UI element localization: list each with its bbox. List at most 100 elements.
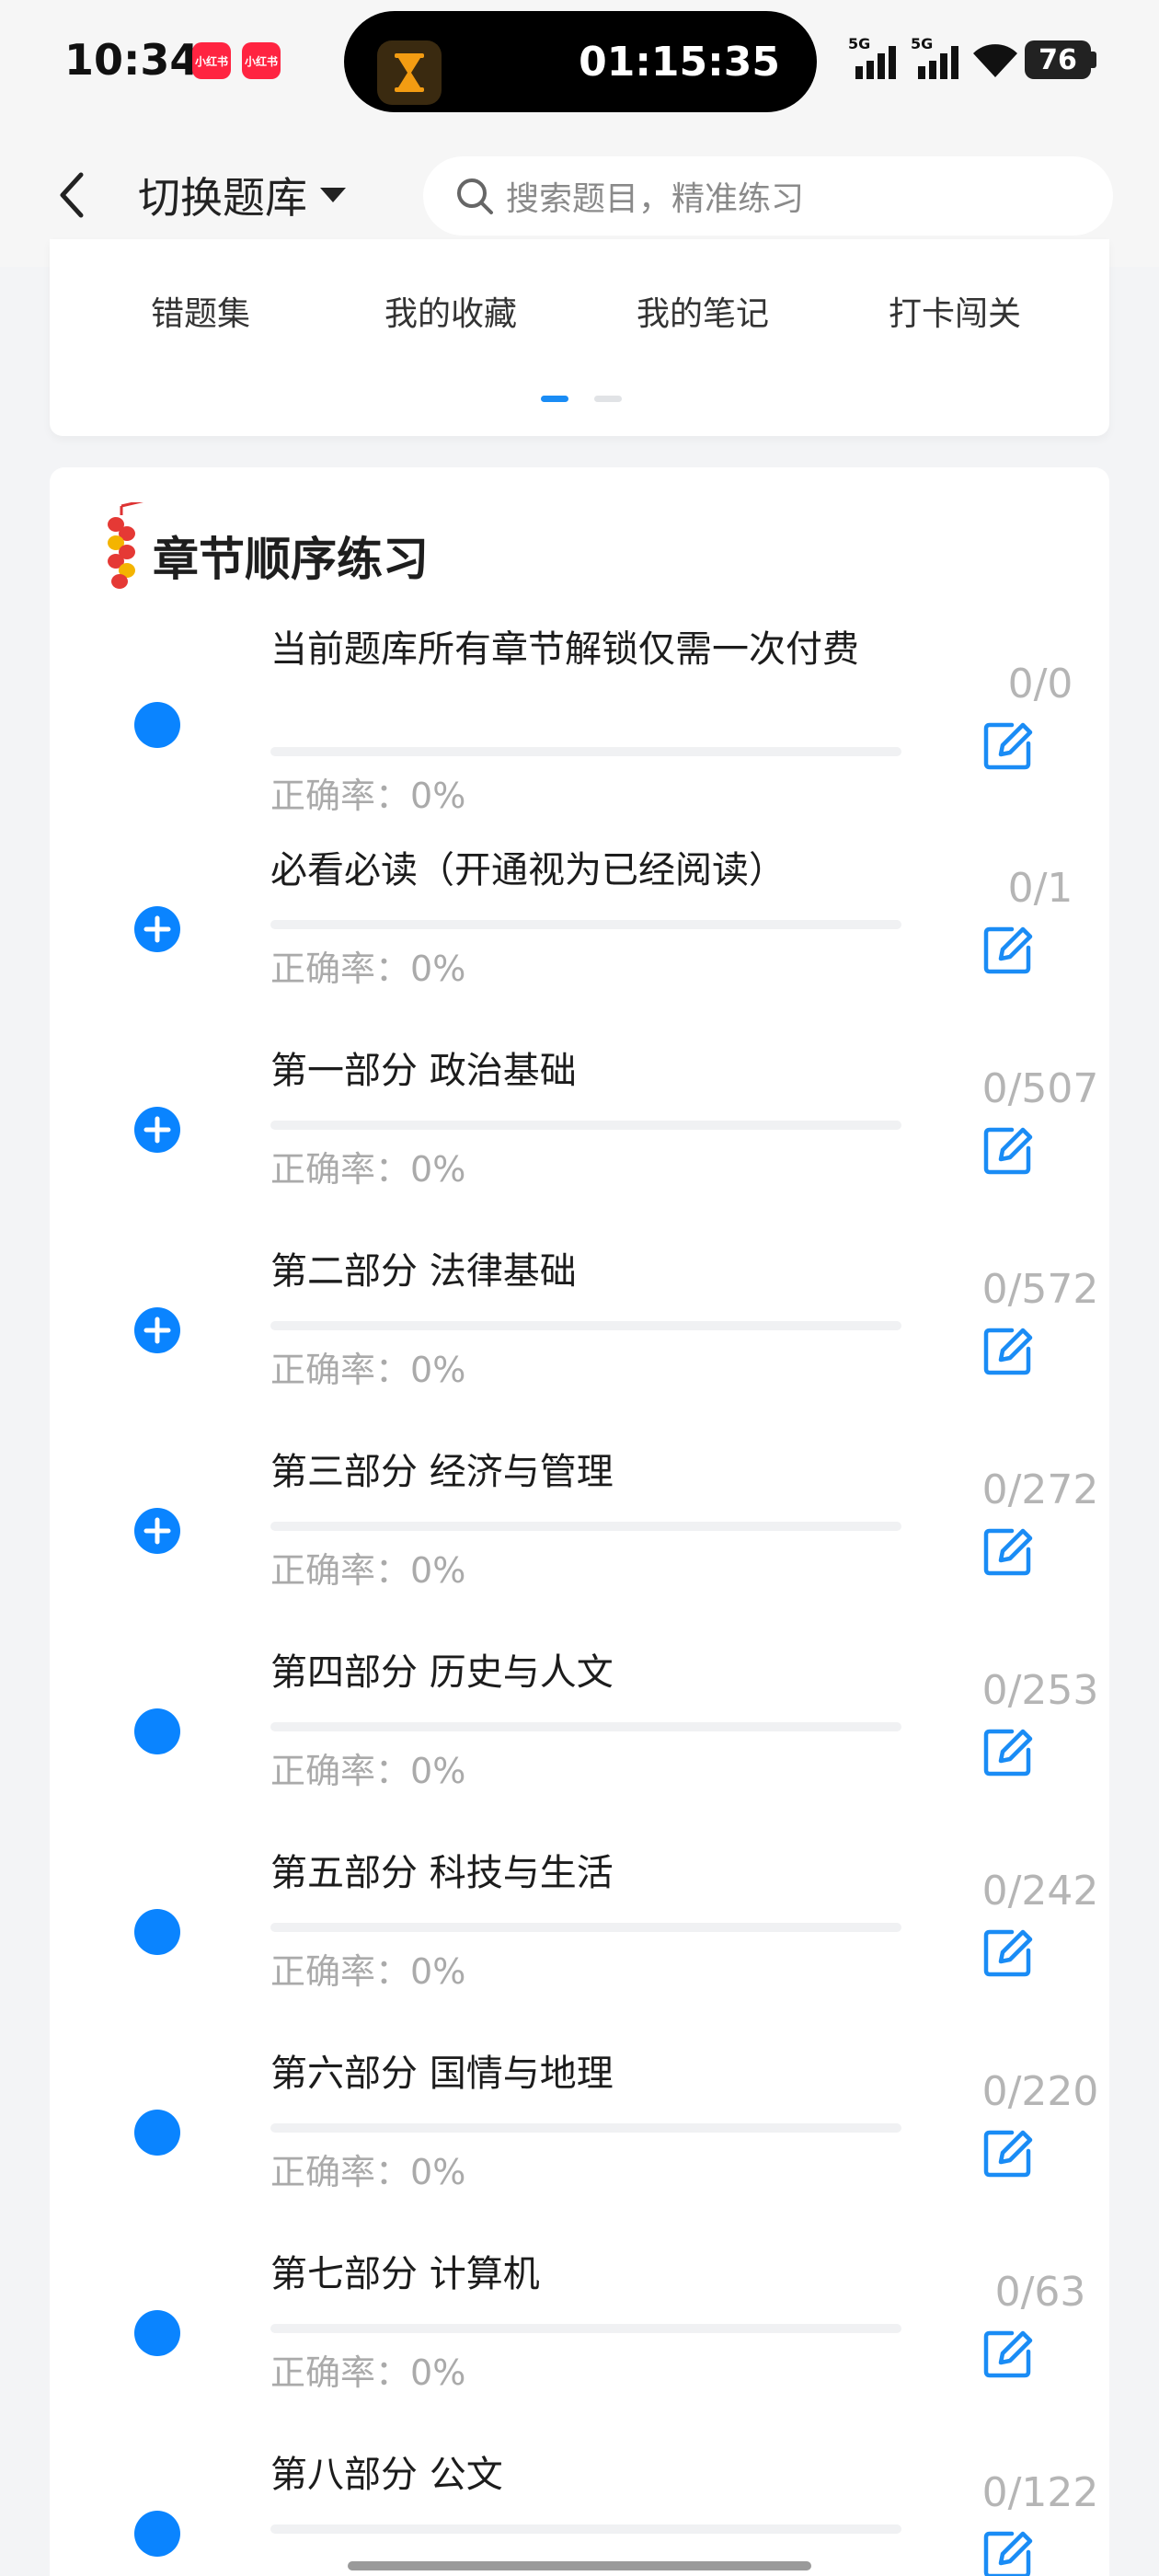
chapter-dot-icon	[134, 1708, 180, 1754]
switch-question-bank-label: 切换题库	[138, 173, 307, 223]
chapter-progress-bar	[270, 1321, 901, 1330]
pager-dots	[50, 396, 1109, 403]
chapter-question-count: 0/122	[981, 2469, 1099, 2516]
chapter-row[interactable]: 第四部分 历史与人文 正确率：0% 0/253	[50, 1645, 1109, 1846]
pager-dot-active[interactable]	[541, 396, 568, 402]
chapter-title: 第三部分 经济与管理	[270, 1451, 614, 1493]
chapter-row[interactable]: 第六部分 国情与地理 正确率：0% 0/220	[50, 2046, 1109, 2247]
chapter-row[interactable]: 第五部分 科技与生活 正确率：0% 0/242	[50, 1846, 1109, 2046]
battery-icon: 76	[1025, 40, 1091, 79]
chapter-question-count: 0/507	[981, 1065, 1099, 1112]
accuracy-label: 正确率：	[270, 1951, 411, 1992]
practice-edit-icon[interactable]	[981, 2526, 1036, 2576]
chapter-row[interactable]: 第二部分 法律基础 正确率：0% 0/572	[50, 1244, 1109, 1444]
expand-plus-icon[interactable]	[134, 1508, 180, 1554]
home-indicator[interactable]	[348, 2561, 811, 2570]
accuracy-label: 正确率：	[270, 1751, 411, 1791]
app-screen: 10:34 小红书 小红书 01:15:35 5G 5G 76 切换题库 搜索题…	[0, 0, 1159, 2576]
practice-edit-icon[interactable]	[981, 718, 1036, 773]
accuracy-label: 正确率：	[270, 1550, 411, 1591]
chapter-title: 第七部分 计算机	[270, 2253, 540, 2295]
accuracy-value: 0%	[410, 2152, 466, 2192]
accuracy-label: 正确率：	[270, 949, 411, 989]
caret-down-icon	[320, 188, 346, 202]
expand-plus-icon[interactable]	[134, 906, 180, 952]
chapter-progress-bar	[270, 2123, 901, 2133]
accuracy-value: 0%	[410, 1751, 466, 1791]
chapter-accuracy: 正确率：0%	[270, 1742, 465, 1793]
accuracy-value: 0%	[410, 1951, 466, 1992]
accuracy-value: 0%	[410, 949, 466, 989]
chapter-accuracy: 正确率：0%	[270, 2144, 465, 2194]
chapter-row[interactable]: 第三部分 经济与管理 正确率：0% 0/272	[50, 1444, 1109, 1645]
practice-edit-icon[interactable]	[981, 1524, 1036, 1579]
chapter-accuracy: 正确率：0%	[270, 940, 465, 991]
status-bar: 10:34 小红书 小红书 01:15:35 5G 5G 76	[0, 0, 1159, 129]
chapter-progress-bar	[270, 2524, 901, 2534]
practice-edit-icon[interactable]	[981, 1323, 1036, 1378]
chapter-progress-bar	[270, 1923, 901, 1932]
chapter-dot-icon	[134, 2110, 180, 2156]
chapter-title: 第八部分 公文	[270, 2454, 503, 2496]
practice-edit-icon[interactable]	[981, 2125, 1036, 2180]
chapter-question-count: 0/220	[981, 2068, 1099, 2115]
shortcut-check-in[interactable]: 打卡闯关	[889, 287, 1021, 335]
chapter-question-count: 0/1	[1007, 865, 1073, 912]
chapter-accuracy: 正确率：0%	[270, 1341, 465, 1392]
switch-question-bank-button[interactable]: 切换题库	[138, 167, 348, 223]
hourglass-icon	[377, 40, 442, 105]
shortcut-favorites[interactable]: 我的收藏	[384, 287, 517, 335]
shortcut-notes[interactable]: 我的笔记	[637, 287, 769, 335]
practice-edit-icon[interactable]	[981, 1122, 1036, 1178]
network-type-label: 5G	[911, 35, 934, 52]
expand-plus-icon[interactable]	[134, 1307, 180, 1353]
chapter-accuracy: 正确率：0%	[270, 1943, 465, 1994]
accuracy-value: 0%	[410, 1550, 466, 1591]
chapter-accuracy: 正确率：0%	[270, 1542, 465, 1593]
chapter-row[interactable]: 当前题库所有章节解锁仅需一次付费 正确率：0% 0/0	[50, 624, 1109, 824]
chapter-row[interactable]: 第八部分 公文 0/122	[50, 2447, 1109, 2576]
chapter-title: 第四部分 历史与人文	[270, 1651, 614, 1694]
chapter-title: 第六部分 国情与地理	[270, 2053, 614, 2095]
accuracy-value: 0%	[410, 2352, 466, 2393]
search-input[interactable]: 搜索题目，精准练习	[423, 156, 1113, 236]
shortcut-wrong-questions[interactable]: 错题集	[151, 287, 250, 335]
accuracy-label: 正确率：	[270, 2352, 411, 2393]
shortcut-card: 错题集 我的收藏 我的笔记 打卡闯关	[50, 239, 1109, 436]
accuracy-label: 正确率：	[270, 1350, 411, 1390]
chapter-progress-bar	[270, 1722, 901, 1731]
practice-edit-icon[interactable]	[981, 1925, 1036, 1980]
pager-dot[interactable]	[594, 396, 622, 402]
chapter-accuracy: 正确率：0%	[270, 1141, 465, 1191]
accuracy-label: 正确率：	[270, 2152, 411, 2192]
chapter-row[interactable]: 第七部分 计算机 正确率：0% 0/63	[50, 2247, 1109, 2447]
chapter-accuracy: 正确率：0%	[270, 767, 465, 818]
accuracy-value: 0%	[410, 1350, 466, 1390]
chapter-row[interactable]: 必看必读（开通视为已经阅读） 正确率：0% 0/1	[50, 843, 1109, 1043]
chapter-title: 第一部分 政治基础	[270, 1050, 577, 1092]
practice-edit-icon[interactable]	[981, 1724, 1036, 1779]
section-title: 章节顺序练习	[153, 533, 429, 586]
network-type-label: 5G	[848, 35, 871, 52]
chapter-question-count: 0/63	[994, 2269, 1086, 2316]
search-icon	[457, 178, 493, 214]
chapter-row[interactable]: 第一部分 政治基础正确率：0% 0/507	[50, 1043, 1109, 1244]
search-placeholder: 搜索题目，精准练习	[506, 180, 805, 218]
xiaohongshu-notification-icon: 小红书	[242, 42, 281, 79]
dynamic-island-timer[interactable]: 01:15:35	[344, 11, 817, 112]
expand-plus-icon[interactable]	[134, 1107, 180, 1153]
chapter-accuracy: 正确率：0%	[270, 2344, 465, 2395]
back-button[interactable]	[52, 167, 92, 223]
wifi-icon	[973, 44, 1017, 77]
chapter-progress-bar	[270, 747, 901, 756]
chapter-dot-icon	[134, 2511, 180, 2557]
chapter-question-count: 0/572	[981, 1266, 1099, 1313]
chapter-progress-bar	[270, 920, 901, 929]
chapter-title: 必看必读（开通视为已经阅读）	[270, 849, 786, 891]
chapter-question-count: 0/0	[1007, 661, 1073, 707]
xiaohongshu-notification-icon: 小红书	[192, 42, 231, 79]
practice-edit-icon[interactable]	[981, 2326, 1036, 2381]
chapter-question-count: 0/242	[981, 1868, 1099, 1915]
chapter-progress-bar	[270, 1522, 901, 1531]
practice-edit-icon[interactable]	[981, 922, 1036, 977]
